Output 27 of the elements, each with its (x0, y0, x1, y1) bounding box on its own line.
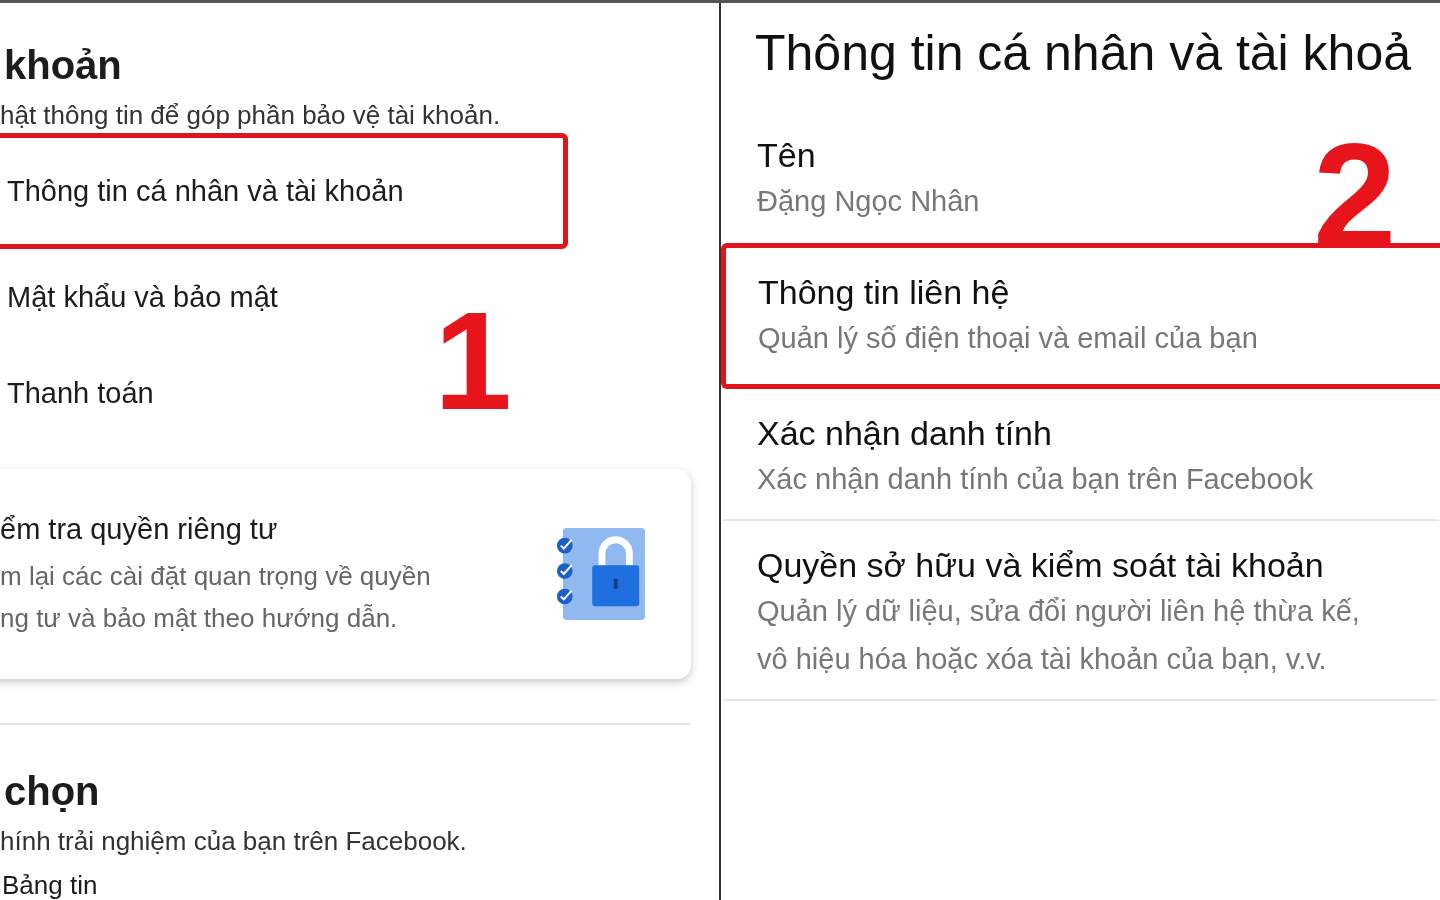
settings-item[interactable]: Tên Đặng Ngọc Nhân (721, 83, 1270, 243)
section-title: khoản (3, 42, 123, 89)
settings-item[interactable]: Thanh toán (0, 345, 171, 441)
item-subtitle: Quản lý dữ liệu, sửa đổi người liên hệ thừa kế, vô hiệu hóa hoặc xóa tài khoản của bạn, v.v. (757, 594, 1361, 677)
item-title: Tên (757, 135, 817, 176)
item-title: Thông tin liên hệ (758, 272, 1011, 313)
section-subtitle: hính trải nghiệm của bạn trên Facebook. (0, 825, 468, 857)
settings-item[interactable]: Bảng tin (0, 871, 110, 899)
step-number: 1 (434, 291, 512, 431)
page-title: Thông tin cá nhân và tài khoả (754, 24, 1412, 83)
item-subtitle: Quản lý số điện thoại và email của bạn (758, 321, 1259, 356)
item-subtitle: Xác nhận danh tính của bạn trên Facebook (757, 462, 1315, 497)
settings-item[interactable]: Xác nhận danh tính Xác nhận danh tính của bạn trên Facebook (721, 389, 1440, 521)
privacy-card[interactable]: ểm tra quyền riêng tư m lại các cài đặt quan trọng về quyền ng tư và bảo mật theo hướng dẫn. (0, 469, 691, 679)
card-title: ểm tra quyền riêng tư (0, 512, 279, 547)
settings-item[interactable]: Mật khẩu và bảo mật (0, 249, 295, 345)
settings-item[interactable]: Quyền sở hữu và kiểm soát tài khoản Quản lý dữ liệu, sửa đổi người liên hệ thừa kế, vô hiệu hóa hoặc xóa tài khoản của bạn, v.v. (721, 521, 1440, 701)
item-subtitle: Đặng Ngọc Nhân (757, 184, 981, 219)
card-description: ng tư và bảo mật theo hướng dẫn. (0, 602, 399, 635)
card-description: m lại các cài đặt quan trọng về quyền (0, 560, 431, 593)
item-title: Xác nhận danh tính (757, 413, 1053, 454)
section-title: chọn (3, 768, 101, 815)
settings-item[interactable]: Thông tin cá nhân và tài khoản (0, 133, 568, 249)
section-subtitle: hật thông tin để góp phần bảo vệ tài khoản. (0, 99, 502, 131)
settings-item[interactable]: Thông tin liên hệ Quản lý số điện thoại và email của bạn (721, 243, 1440, 389)
checklist-lock-icon (555, 525, 647, 623)
item-title: Quyền sở hữu và kiểm soát tài khoản (757, 545, 1325, 586)
